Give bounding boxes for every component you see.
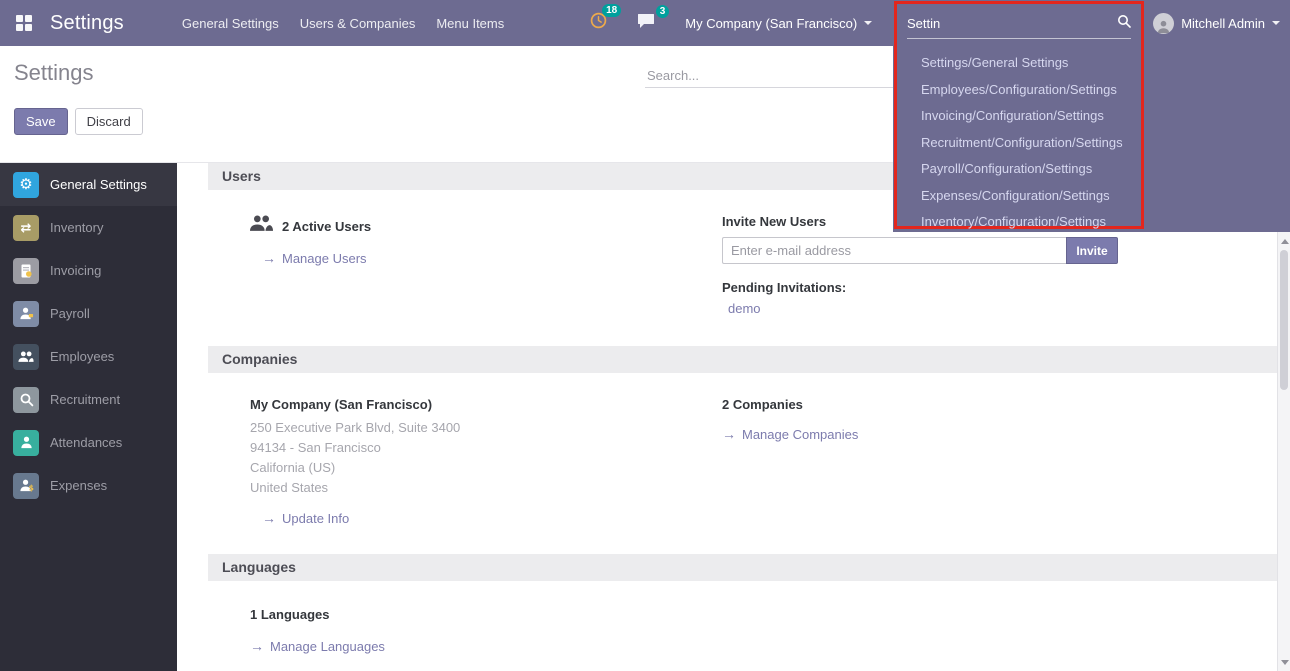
company-address: 250 Executive Park Blvd, Suite 3400 9413… <box>250 418 722 498</box>
search-result-item[interactable]: Recruitment/Configuration/Settings <box>897 130 1141 157</box>
invoice-document-icon <box>13 258 39 284</box>
manage-users-link[interactable]: Manage Users <box>262 250 367 266</box>
app-title: Settings <box>50 12 124 35</box>
scroll-up-arrow[interactable] <box>1278 234 1290 248</box>
pending-invitation-demo[interactable]: demo <box>722 301 761 316</box>
user-menu[interactable]: Mitchell Admin <box>1153 0 1280 46</box>
arrow-right-icon <box>262 250 276 266</box>
arrow-right-icon <box>722 426 736 442</box>
person-dollar-icon: $ <box>13 473 39 499</box>
people-icon <box>13 344 39 370</box>
invite-email-input[interactable] <box>722 237 1066 264</box>
page-title: Settings <box>14 60 94 86</box>
discard-button[interactable]: Discard <box>75 108 143 135</box>
pending-invitations-label: Pending Invitations: <box>722 280 1237 295</box>
chevron-down-icon <box>1272 21 1280 25</box>
settings-body: ⚙ General Settings ⇄ Inventory Invoicing… <box>0 163 1290 671</box>
menu-search-input[interactable] <box>907 16 1117 31</box>
languages-count: 1 Languages <box>250 607 722 622</box>
sidebar-item-attendances[interactable]: Attendances <box>0 421 177 464</box>
search-result-item[interactable]: Settings/General Settings <box>897 50 1141 77</box>
update-info-link[interactable]: Update Info <box>262 510 349 526</box>
systray: 18 3 My Company (San Francisco) <box>590 12 872 34</box>
search-result-item[interactable]: Expenses/Configuration/Settings <box>897 183 1141 210</box>
invite-row: Invite <box>722 237 1118 264</box>
search-result-item[interactable]: Inventory/Configuration/Settings <box>897 209 1141 236</box>
message-count-badge: 3 <box>656 5 670 18</box>
menu-search-field <box>907 14 1131 39</box>
companies-section: Companies My Company (San Francisco) 250… <box>208 346 1277 554</box>
menu-search-results: Settings/General Settings Employees/Conf… <box>897 50 1141 236</box>
user-name: Mitchell Admin <box>1181 16 1265 31</box>
control-panel-buttons: Save Discard <box>14 108 143 135</box>
user-avatar <box>1153 13 1174 34</box>
magnifier-icon <box>13 387 39 413</box>
activity-menu-button[interactable]: 18 <box>590 12 607 34</box>
person-icon <box>13 430 39 456</box>
manage-companies-link[interactable]: Manage Companies <box>722 426 858 442</box>
sidebar-item-general-settings[interactable]: ⚙ General Settings <box>0 163 177 206</box>
sidebar-item-invoicing[interactable]: Invoicing <box>0 249 177 292</box>
apps-menu-icon[interactable] <box>12 11 36 35</box>
activity-count-badge: 18 <box>602 4 621 17</box>
menu-search-panel: Mitchell Admin Settings/General Settings… <box>893 0 1290 232</box>
company-name: My Company (San Francisco) <box>250 397 722 412</box>
annotation-highlight-box: Settings/General Settings Employees/Conf… <box>894 1 1144 229</box>
messages-menu-button[interactable]: 3 <box>637 13 655 34</box>
search-result-item[interactable]: Employees/Configuration/Settings <box>897 77 1141 104</box>
company-switcher[interactable]: My Company (San Francisco) <box>685 16 872 31</box>
company-name: My Company (San Francisco) <box>685 16 857 31</box>
navbar-menu: General Settings Users & Companies Menu … <box>182 10 504 37</box>
nav-item-menu-items[interactable]: Menu Items <box>436 10 504 37</box>
active-users-count: 2 Active Users <box>282 219 371 234</box>
sidebar-item-expenses[interactable]: $ Expenses <box>0 464 177 507</box>
gear-icon: ⚙ <box>13 172 39 198</box>
manage-languages-link[interactable]: Manage Languages <box>250 638 385 654</box>
nav-item-general-settings[interactable]: General Settings <box>182 10 279 37</box>
search-icon[interactable] <box>1117 14 1131 33</box>
transfer-arrows-icon: ⇄ <box>13 215 39 241</box>
sidebar-item-inventory[interactable]: ⇄ Inventory <box>0 206 177 249</box>
users-group-icon <box>250 214 273 238</box>
section-heading-companies: Companies <box>208 346 1277 373</box>
chevron-down-icon <box>864 21 872 25</box>
svg-text:$: $ <box>28 484 33 493</box>
companies-count: 2 Companies <box>722 397 1237 412</box>
languages-section: Languages 1 Languages Manage Languages <box>208 554 1277 656</box>
nav-item-users-companies[interactable]: Users & Companies <box>300 10 416 37</box>
chat-bubble-icon <box>637 16 655 33</box>
search-result-item[interactable]: Payroll/Configuration/Settings <box>897 156 1141 183</box>
clock-icon <box>590 16 607 33</box>
invite-button[interactable]: Invite <box>1066 237 1118 264</box>
sidebar-item-payroll[interactable]: Payroll <box>0 292 177 335</box>
arrow-right-icon <box>250 638 264 654</box>
person-coin-icon <box>13 301 39 327</box>
scrollbar-thumb[interactable] <box>1280 250 1288 390</box>
scroll-down-arrow[interactable] <box>1278 655 1290 669</box>
save-button[interactable]: Save <box>14 108 68 135</box>
odoo-settings-screen: Settings General Settings Users & Compan… <box>0 0 1290 671</box>
settings-content: Users 2 Active Users Manage Users <box>177 163 1290 671</box>
vertical-scrollbar[interactable] <box>1277 232 1290 671</box>
arrow-right-icon <box>262 510 276 526</box>
section-heading-languages: Languages <box>208 554 1277 581</box>
sidebar-item-employees[interactable]: Employees <box>0 335 177 378</box>
sidebar-item-recruitment[interactable]: Recruitment <box>0 378 177 421</box>
settings-sidebar: ⚙ General Settings ⇄ Inventory Invoicing… <box>0 163 177 671</box>
search-result-item[interactable]: Invoicing/Configuration/Settings <box>897 103 1141 130</box>
